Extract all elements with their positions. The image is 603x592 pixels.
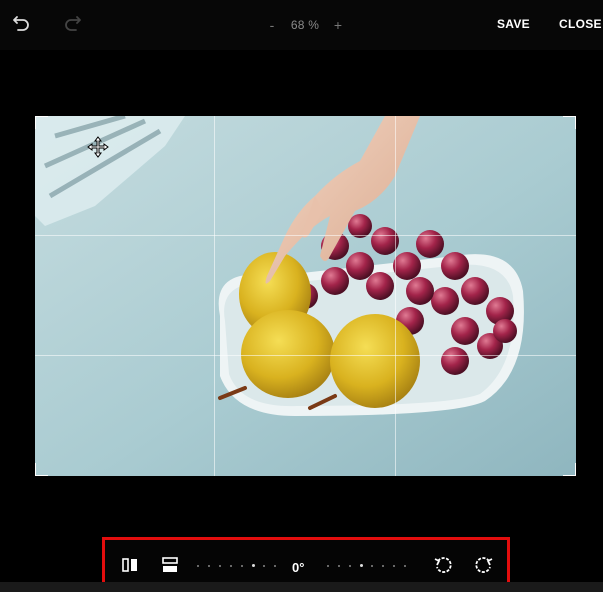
undo-icon[interactable] bbox=[11, 12, 33, 34]
slider-tick bbox=[274, 565, 276, 567]
slider-tick bbox=[252, 564, 255, 567]
slider-tick bbox=[349, 565, 351, 567]
slider-tick bbox=[393, 565, 395, 567]
close-button[interactable]: CLOSE bbox=[559, 17, 602, 31]
save-button[interactable]: SAVE bbox=[497, 17, 530, 31]
flip-horizontal-icon[interactable] bbox=[121, 556, 139, 574]
crop-frame[interactable] bbox=[35, 116, 576, 476]
slider-tick bbox=[360, 564, 363, 567]
slider-tick bbox=[263, 565, 265, 567]
grid-line bbox=[214, 116, 215, 476]
zoom-out-button[interactable]: - bbox=[265, 17, 279, 33]
grid-line bbox=[395, 116, 396, 476]
rotation-angle: 0° bbox=[292, 560, 305, 575]
zoom-level: 68 % bbox=[290, 18, 320, 32]
move-icon[interactable] bbox=[87, 136, 109, 158]
grid-line bbox=[35, 235, 576, 236]
photo-image bbox=[35, 116, 576, 476]
crop-handle-top-right[interactable] bbox=[563, 116, 576, 129]
rotate-left-icon[interactable] bbox=[434, 556, 452, 574]
grid-line bbox=[35, 355, 576, 356]
slider-tick bbox=[197, 565, 199, 567]
slider-tick bbox=[382, 565, 384, 567]
zoom-control: - 68 % + bbox=[265, 16, 345, 34]
slider-tick bbox=[241, 565, 243, 567]
redo-icon[interactable] bbox=[61, 12, 83, 34]
slider-tick bbox=[327, 565, 329, 567]
canvas-area bbox=[0, 50, 603, 530]
bottom-strip bbox=[0, 582, 603, 592]
crop-handle-top-left[interactable] bbox=[35, 116, 48, 129]
slider-tick bbox=[404, 565, 406, 567]
slider-tick bbox=[371, 565, 373, 567]
crop-handle-bottom-left[interactable] bbox=[35, 463, 48, 476]
zoom-in-button[interactable]: + bbox=[331, 17, 345, 33]
slider-tick bbox=[338, 565, 340, 567]
slider-tick bbox=[230, 565, 232, 567]
flip-vertical-icon[interactable] bbox=[161, 556, 179, 574]
top-bar: - 68 % + SAVE CLOSE bbox=[0, 0, 603, 50]
rotate-right-icon[interactable] bbox=[475, 556, 493, 574]
slider-tick bbox=[219, 565, 221, 567]
crop-handle-bottom-right[interactable] bbox=[563, 463, 576, 476]
slider-tick bbox=[208, 565, 210, 567]
